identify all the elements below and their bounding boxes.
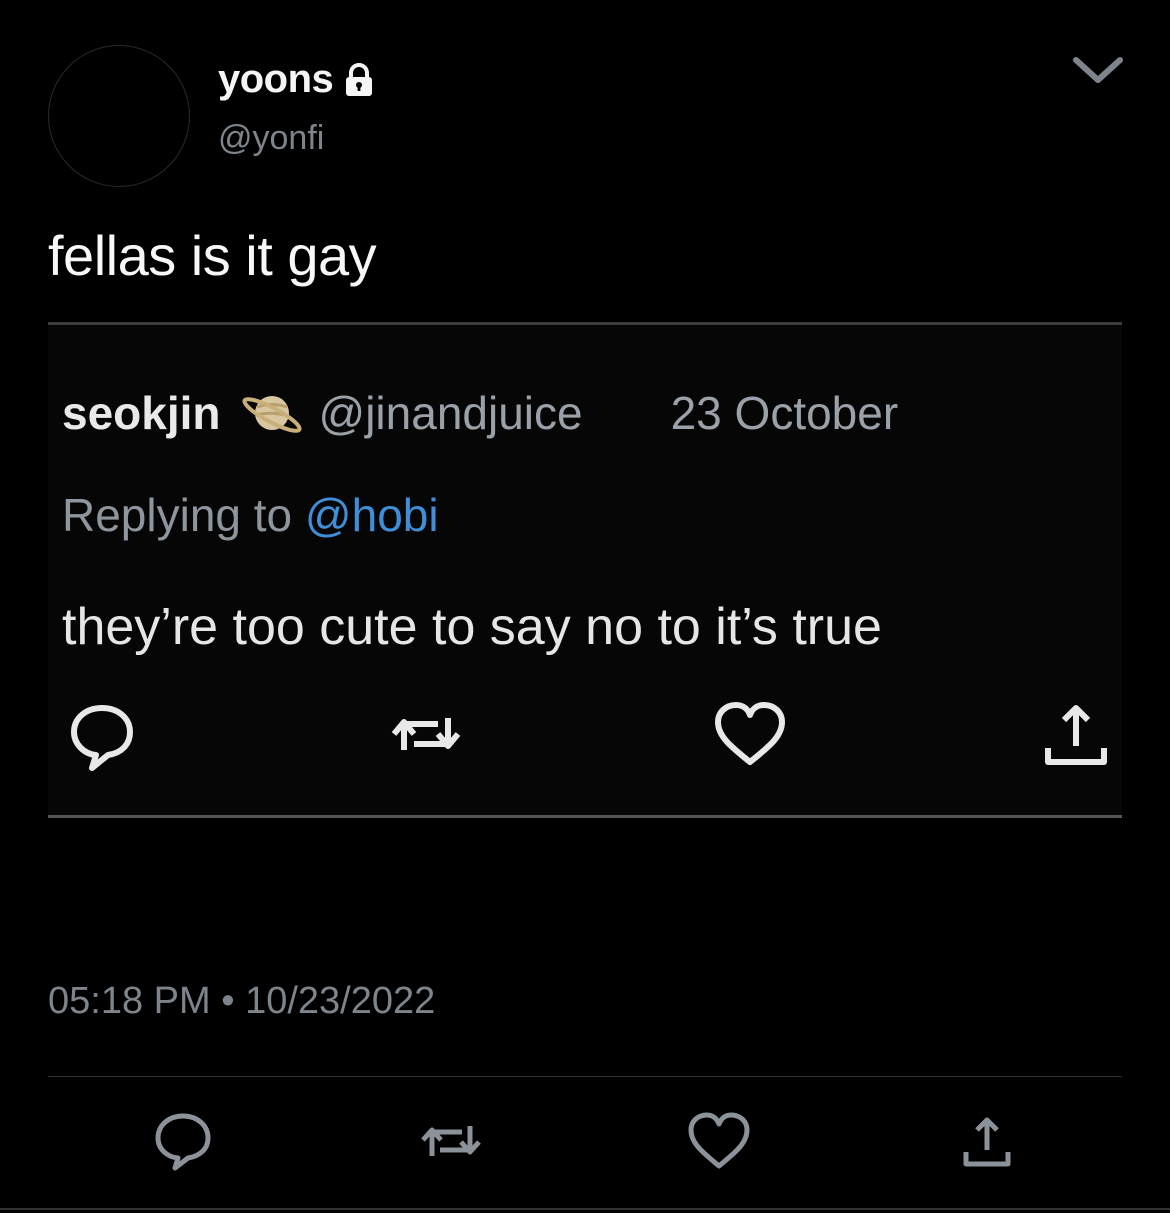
quoted-text: they’re too cute to say no to it’s true [62, 598, 882, 656]
tweet-timestamp[interactable]: 05:18 PM • 10/23/2022 [48, 978, 435, 1024]
display-name[interactable]: yoons [218, 55, 334, 103]
replying-mention: @hobi [304, 489, 439, 541]
saturn-planet-icon [239, 385, 305, 441]
retweet-icon[interactable] [416, 1106, 486, 1176]
lock-icon [341, 61, 377, 97]
quoted-handle: @jinandjuice [318, 387, 583, 439]
bottom-border [0, 1208, 1170, 1210]
divider [48, 1076, 1122, 1077]
quoted-retweet-icon [386, 694, 466, 774]
reply-icon[interactable] [148, 1106, 218, 1176]
share-icon[interactable] [952, 1106, 1022, 1176]
quoted-replying-to: Replying to @hobi [62, 487, 439, 543]
quoted-header: seokjin @jinandjuice 23 October [62, 385, 898, 441]
tweet-text: fellas is it gay [48, 224, 377, 287]
avatar[interactable] [48, 45, 190, 187]
user-handle[interactable]: @yonfi [218, 118, 324, 158]
quoted-date: 23 October [670, 387, 899, 439]
quoted-name: seokjin [62, 387, 221, 439]
replying-prefix: Replying to [62, 489, 305, 541]
like-icon[interactable] [684, 1106, 754, 1176]
quoted-share-icon [1036, 694, 1116, 774]
display-name-row[interactable]: yoons [218, 55, 377, 103]
chevron-down-icon[interactable] [1070, 48, 1126, 88]
quoted-like-icon [710, 694, 790, 774]
quoted-reply-icon [62, 694, 142, 774]
